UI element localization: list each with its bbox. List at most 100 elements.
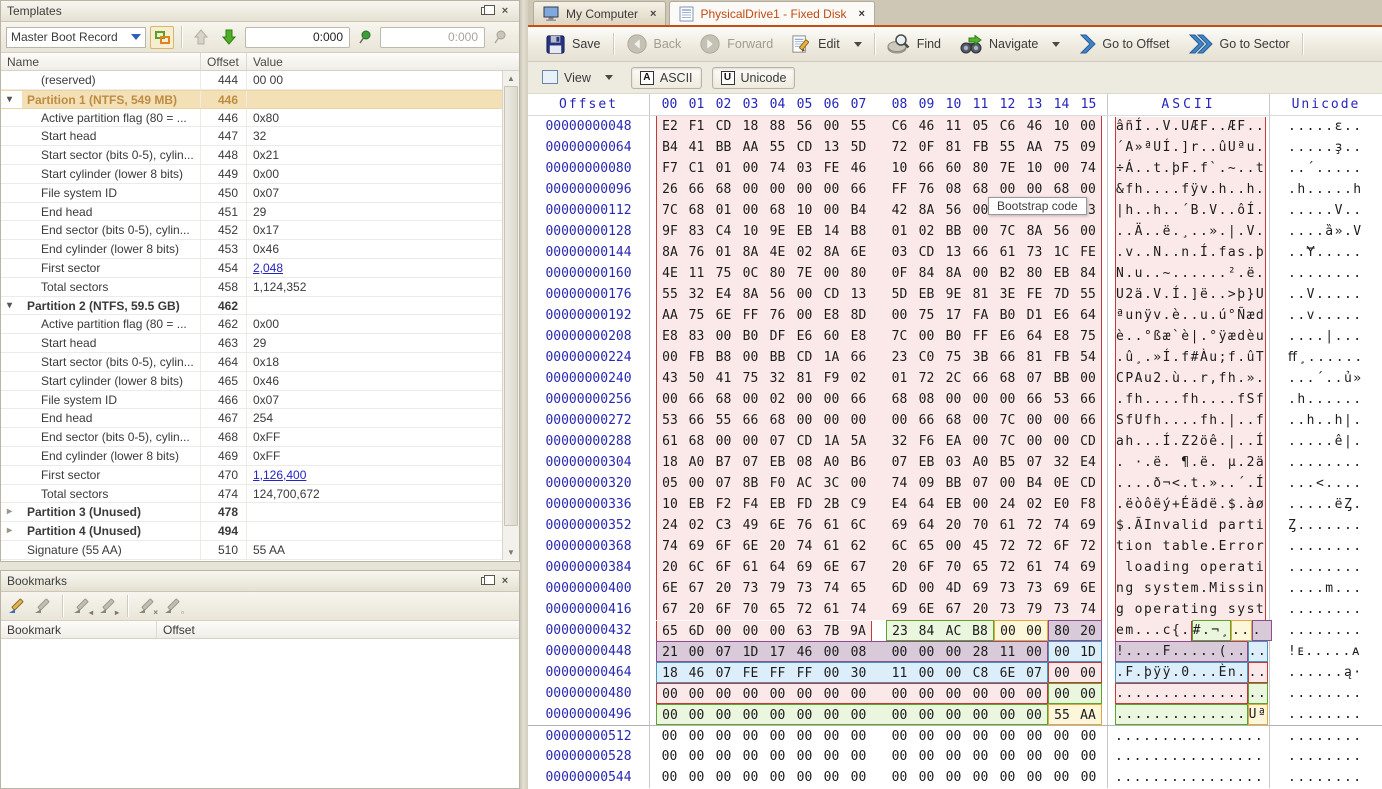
- hex-byte[interactable]: 69: [872, 515, 913, 536]
- ascii-text[interactable]: $.ÃInvalid parti: [1108, 515, 1270, 536]
- next-record-button[interactable]: [217, 25, 241, 49]
- hex-byte[interactable]: 00: [656, 704, 683, 725]
- hex-byte[interactable]: 72: [994, 557, 1021, 578]
- hex-byte[interactable]: 50: [683, 368, 710, 389]
- hex-byte[interactable]: 21: [656, 641, 683, 662]
- hex-byte[interactable]: 11: [940, 116, 967, 137]
- hex-byte[interactable]: 73: [1021, 578, 1048, 599]
- unicode-text[interactable]: ...´..ủ»: [1270, 368, 1382, 389]
- hex-byte[interactable]: 03: [872, 242, 913, 263]
- ascii-text[interactable]: è..°ßæ`è|.°ÿædèu: [1108, 326, 1270, 347]
- hex-byte[interactable]: 20: [967, 599, 994, 620]
- ascii-text[interactable]: !....F.....(....: [1108, 641, 1270, 662]
- hex-byte[interactable]: 01: [872, 221, 913, 242]
- template-row[interactable]: End sector (bits 0-5), cylin...4520x17: [1, 221, 504, 240]
- hex-byte[interactable]: 66: [1075, 389, 1102, 410]
- hex-byte[interactable]: 09: [913, 473, 940, 494]
- hex-byte[interactable]: 00: [764, 704, 791, 725]
- hex-byte[interactable]: FE: [818, 158, 845, 179]
- hex-byte[interactable]: FE: [1021, 284, 1048, 305]
- hex-byte[interactable]: FA: [967, 305, 994, 326]
- hex-byte[interactable]: 00: [845, 683, 872, 704]
- hex-byte[interactable]: 20: [1075, 620, 1102, 641]
- hex-byte[interactable]: 00: [940, 662, 967, 683]
- hex-byte[interactable]: 00: [818, 704, 845, 725]
- template-options-button[interactable]: [150, 26, 174, 49]
- remove-bookmark-button[interactable]: ×: [137, 596, 157, 616]
- hex-byte[interactable]: 69: [1048, 578, 1075, 599]
- hex-byte[interactable]: 74: [764, 158, 791, 179]
- hex-byte[interactable]: 0F: [872, 263, 913, 284]
- hex-byte[interactable]: D1: [1021, 305, 1048, 326]
- hex-byte[interactable]: 66: [967, 242, 994, 263]
- hex-byte[interactable]: E4: [1075, 452, 1102, 473]
- hex-byte[interactable]: 00: [940, 726, 967, 747]
- hex-byte[interactable]: 03: [940, 452, 967, 473]
- hex-byte[interactable]: B8: [967, 620, 994, 641]
- hex-byte[interactable]: 68: [683, 200, 710, 221]
- template-row[interactable]: ▸Partition 3 (Unused)478: [1, 503, 504, 522]
- hex-byte[interactable]: 00: [1048, 683, 1075, 704]
- hex-byte[interactable]: 84: [1075, 263, 1102, 284]
- hex-byte[interactable]: 55: [764, 137, 791, 158]
- template-row[interactable]: ▾Partition 2 (NTFS, 59.5 GB)462: [1, 297, 504, 316]
- hex-byte[interactable]: 02: [845, 368, 872, 389]
- hex-byte[interactable]: 00: [845, 704, 872, 725]
- hex-byte[interactable]: 7C: [994, 410, 1021, 431]
- template-row[interactable]: Start sector (bits 0-5), cylin...4640x18: [1, 353, 504, 372]
- unicode-text[interactable]: ﬀ¸......: [1270, 347, 1382, 368]
- hex-byte[interactable]: 08: [913, 389, 940, 410]
- hex-byte[interactable]: 00: [791, 683, 818, 704]
- hex-byte[interactable]: 72: [1021, 536, 1048, 557]
- ascii-text[interactable]: ah...Í.Z2öê.|..Í: [1108, 431, 1270, 452]
- hex-byte[interactable]: 74: [1075, 599, 1102, 620]
- hex-byte[interactable]: 00: [1075, 662, 1102, 683]
- hex-byte[interactable]: 09: [1075, 137, 1102, 158]
- hex-byte[interactable]: B4: [845, 200, 872, 221]
- hex-byte[interactable]: 00: [1075, 368, 1102, 389]
- ascii-text[interactable]: ng system.Missin: [1108, 578, 1270, 599]
- hex-byte[interactable]: C3: [710, 515, 737, 536]
- hex-byte[interactable]: 7C: [872, 326, 913, 347]
- unicode-text[interactable]: ........: [1270, 263, 1382, 284]
- hex-byte[interactable]: A0: [967, 452, 994, 473]
- ascii-text[interactable]: ..............Uª: [1108, 704, 1270, 725]
- unicode-text[interactable]: .....ԑ..: [1270, 116, 1382, 137]
- hex-byte[interactable]: 20: [872, 557, 913, 578]
- hex-byte[interactable]: 64: [1021, 326, 1048, 347]
- unicode-text[interactable]: ........: [1270, 452, 1382, 473]
- unicode-toggle-button[interactable]: U Unicode: [712, 67, 796, 89]
- column-header-bookmark[interactable]: Bookmark: [1, 621, 157, 638]
- hex-byte[interactable]: 46: [1021, 116, 1048, 137]
- hex-byte[interactable]: 00: [683, 473, 710, 494]
- ascii-text[interactable]: loading operati: [1108, 557, 1270, 578]
- column-header-offset[interactable]: Offset: [201, 53, 247, 70]
- hex-byte[interactable]: 00: [737, 158, 764, 179]
- hex-byte[interactable]: 28: [967, 641, 994, 662]
- hex-byte[interactable]: 00: [818, 179, 845, 200]
- hex-byte[interactable]: 00: [737, 431, 764, 452]
- hex-byte[interactable]: 00: [683, 746, 710, 767]
- template-row[interactable]: Start cylinder (lower 8 bits)4650x46: [1, 372, 504, 391]
- hex-byte[interactable]: 64: [764, 557, 791, 578]
- hex-byte[interactable]: FB: [967, 137, 994, 158]
- hex-byte[interactable]: 75: [940, 347, 967, 368]
- hex-byte[interactable]: 6F: [710, 557, 737, 578]
- hex-byte[interactable]: EB: [683, 494, 710, 515]
- hex-byte[interactable]: 8A: [913, 200, 940, 221]
- hex-byte[interactable]: 00: [683, 726, 710, 747]
- hex-byte[interactable]: 00: [656, 347, 683, 368]
- ascii-text[interactable]: tion table.Error: [1108, 536, 1270, 557]
- close-panel-button[interactable]: ×: [497, 574, 513, 588]
- hex-byte[interactable]: 00: [872, 641, 913, 662]
- hex-byte[interactable]: 00: [967, 263, 994, 284]
- hex-byte[interactable]: 6C: [872, 536, 913, 557]
- template-row[interactable]: ▸Partition 4 (Unused)494: [1, 522, 504, 541]
- ascii-text[interactable]: U2ä.V.Í.]ë..>þ}U: [1108, 284, 1270, 305]
- hex-byte[interactable]: 46: [791, 641, 818, 662]
- hex-byte[interactable]: 00: [913, 683, 940, 704]
- hex-byte[interactable]: 65: [913, 536, 940, 557]
- navigate-button[interactable]: Navigate: [950, 30, 1069, 58]
- hex-byte[interactable]: 68: [994, 368, 1021, 389]
- hex-byte[interactable]: 0E: [1048, 473, 1075, 494]
